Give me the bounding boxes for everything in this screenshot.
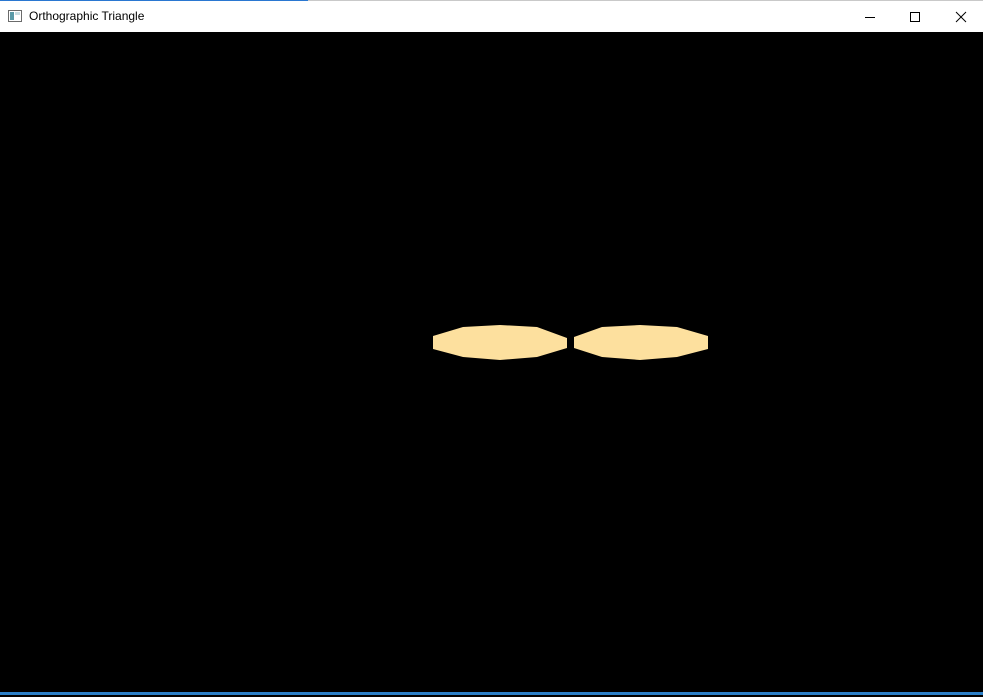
title-bar[interactable]: Orthographic Triangle — [0, 1, 983, 32]
maximize-icon — [910, 11, 920, 22]
scene-canvas — [433, 325, 708, 360]
maximize-button[interactable] — [892, 1, 938, 32]
window-title: Orthographic Triangle — [29, 9, 145, 23]
minimize-button[interactable] — [847, 1, 893, 32]
window-app-icon — [8, 10, 22, 22]
application-window: Orthographic Triangle — [0, 0, 983, 695]
minimize-icon — [865, 16, 875, 18]
close-icon — [955, 11, 967, 22]
left-lens-shape — [433, 325, 567, 360]
close-button[interactable] — [938, 1, 983, 32]
render-viewport[interactable] — [0, 32, 983, 692]
right-lens-shape — [574, 325, 708, 360]
